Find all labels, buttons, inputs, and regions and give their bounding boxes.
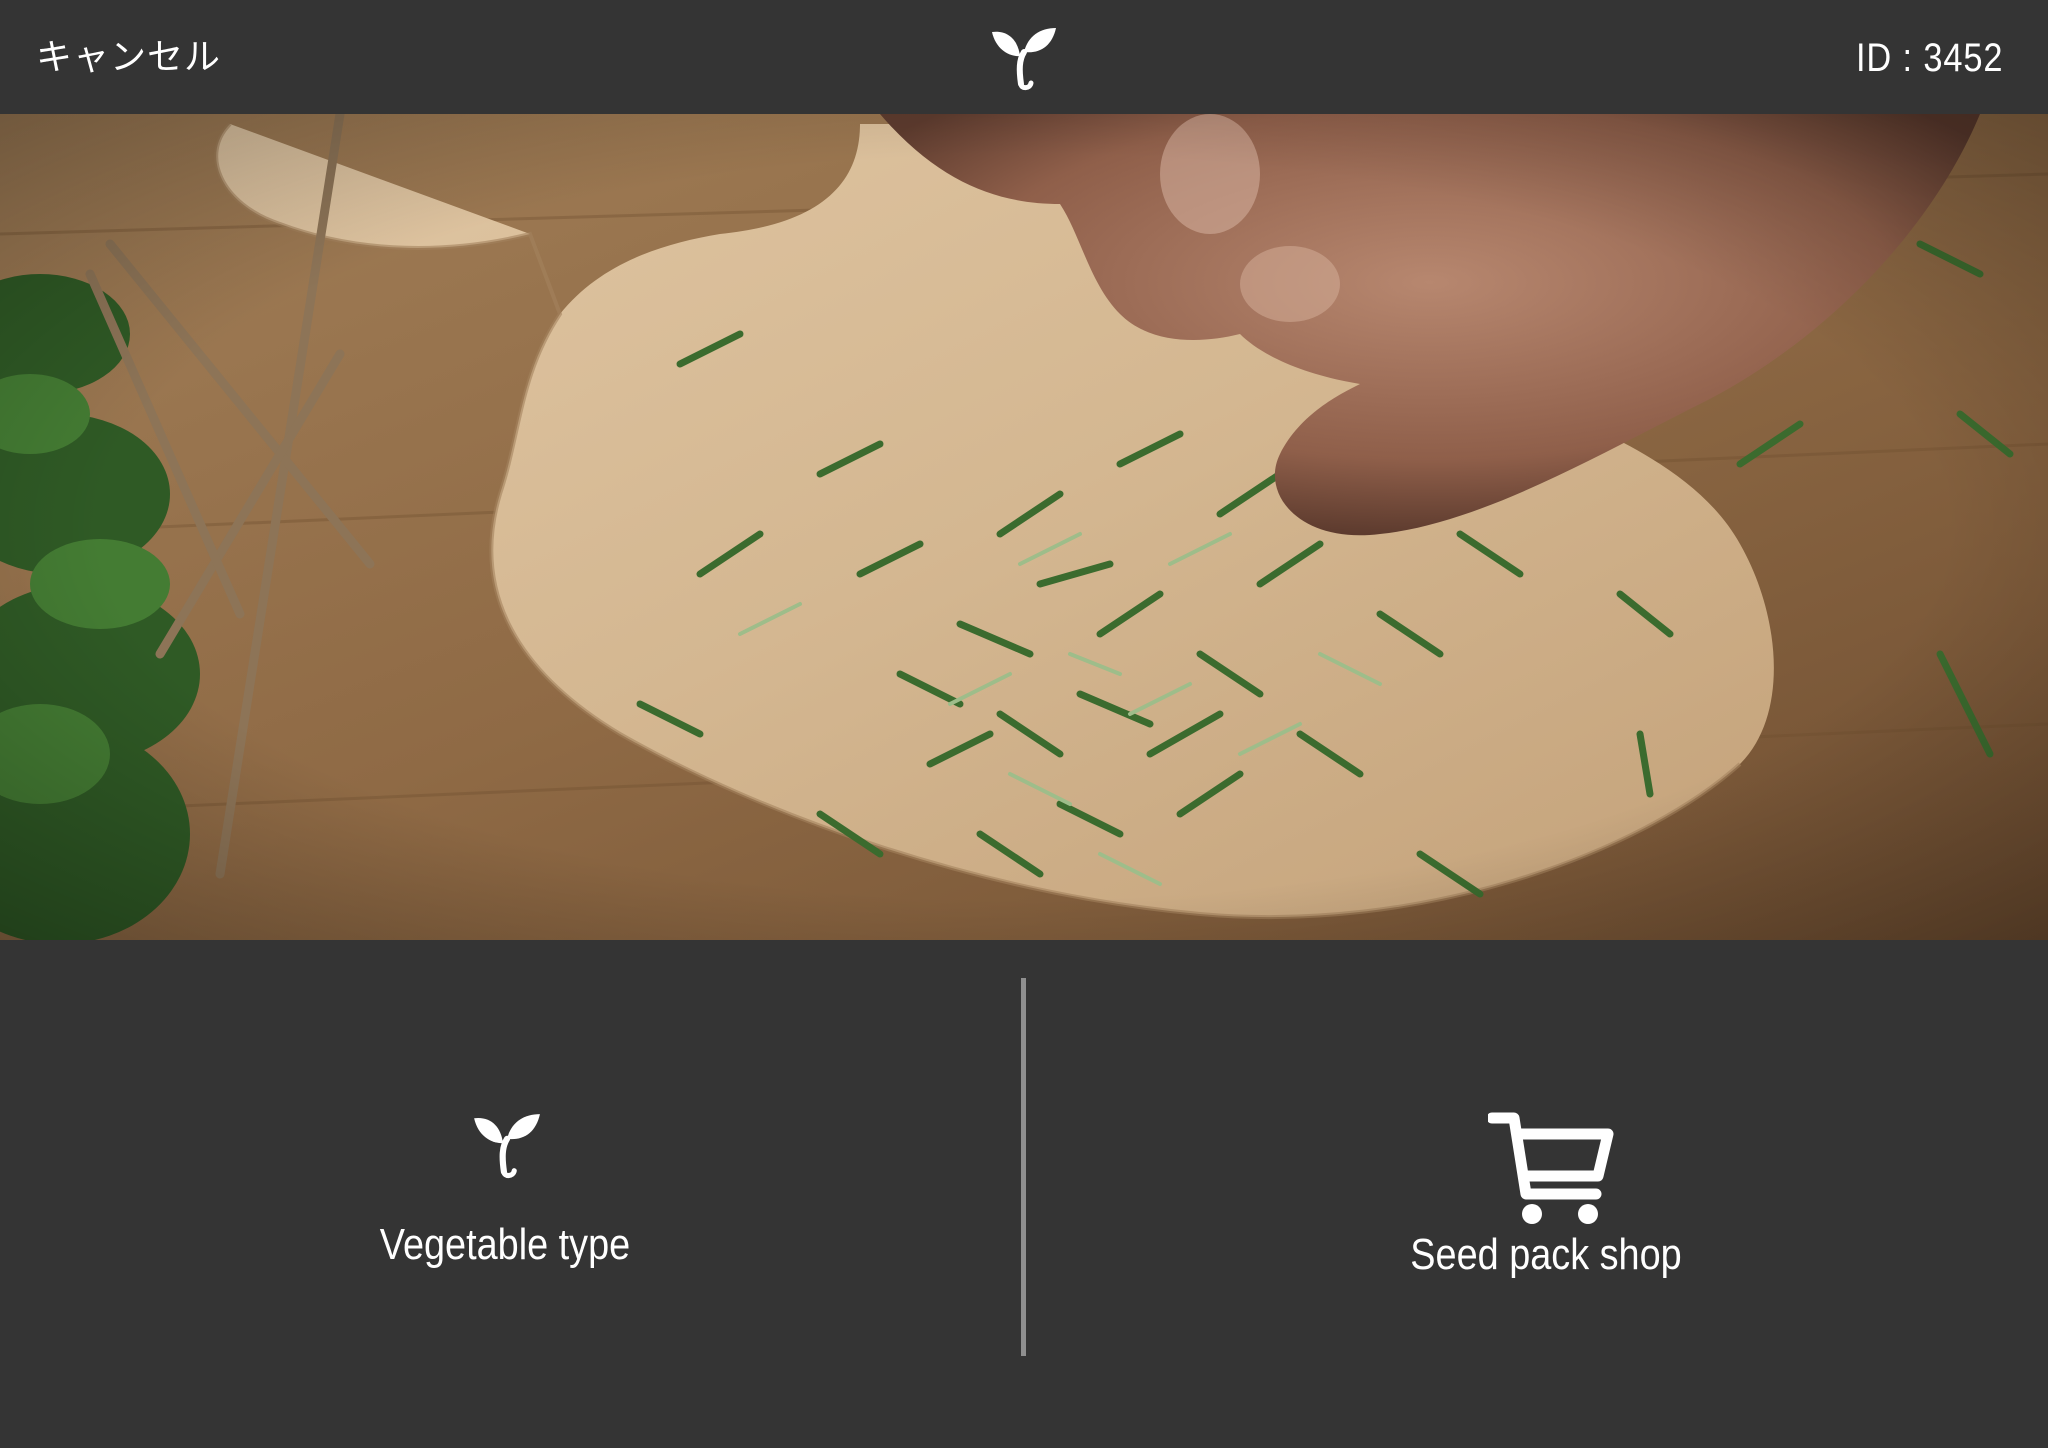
seed-pack-shop-label: Seed pack shop [1410,1230,1682,1279]
app-screen: キャンセル ID : 3452 Vegetable type Seed pack… [0,0,2048,1448]
cancel-button[interactable]: キャンセル [36,30,221,86]
bottom-menu: Vegetable type Seed pack shop [0,940,2048,1448]
sprout-logo-icon [992,28,1056,91]
record-id-label: ID : 3452 [1855,36,2003,80]
rosemary-photo [0,114,2048,940]
hero-photo [0,114,2048,940]
cart-icon [1488,1112,1614,1224]
vegetable-type-label: Vegetable type [379,1220,631,1269]
header-bar: キャンセル ID : 3452 [0,0,2048,114]
vegetable-type-button[interactable]: Vegetable type [0,940,1021,1448]
seed-pack-shop-button[interactable]: Seed pack shop [1026,940,2048,1448]
sprout-icon [474,1114,540,1179]
